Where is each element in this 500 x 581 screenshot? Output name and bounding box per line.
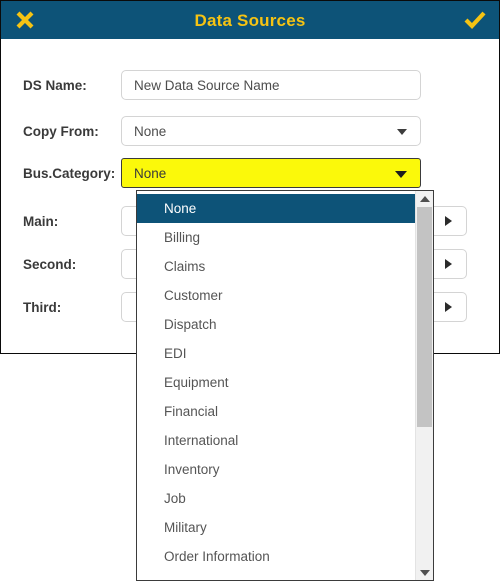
label-third: Third: — [23, 299, 62, 315]
form-row-bus-category: Bus.Category: None — [1, 158, 499, 188]
dropdown-option[interactable]: Inventory — [137, 455, 415, 484]
scroll-up-arrow-icon[interactable] — [416, 191, 433, 206]
copy-from-value: None — [134, 123, 167, 139]
dropdown-options-container: None Billing Claims Customer Dispatch ED… — [137, 191, 415, 580]
dropdown-option[interactable]: Equipment — [137, 368, 415, 397]
dropdown-option[interactable]: Order Information — [137, 542, 415, 571]
label-second: Second: — [23, 256, 77, 272]
main-play-arrow-button[interactable] — [429, 206, 467, 236]
form-row-ds-name: DS Name: New Data Source Name — [1, 70, 499, 100]
label-main: Main: — [23, 213, 59, 229]
close-x-icon[interactable] — [3, 1, 47, 39]
label-bus-category: Bus.Category: — [23, 165, 116, 181]
dropdown-option[interactable]: Financial — [137, 397, 415, 426]
ds-name-input-value: New Data Source Name — [134, 77, 280, 93]
dropdown-scrollbar[interactable] — [415, 191, 433, 580]
dropdown-option[interactable]: Customer — [137, 281, 415, 310]
checkmark-icon[interactable] — [453, 1, 497, 39]
third-play-arrow-button[interactable] — [429, 292, 467, 322]
bus-category-dropdown-list[interactable]: None Billing Claims Customer Dispatch ED… — [136, 190, 434, 581]
dropdown-option[interactable]: International — [137, 426, 415, 455]
play-arrow-icon — [444, 216, 452, 226]
label-copy-from: Copy From: — [23, 123, 99, 139]
dropdown-option[interactable]: Dispatch — [137, 310, 415, 339]
form-row-copy-from: Copy From: None — [1, 116, 499, 146]
chevron-down-icon — [397, 129, 407, 135]
play-arrow-icon — [444, 259, 452, 269]
second-play-arrow-button[interactable] — [429, 249, 467, 279]
dropdown-option[interactable]: EDI — [137, 339, 415, 368]
copy-from-select[interactable]: None — [121, 116, 421, 146]
dropdown-option[interactable]: Job — [137, 484, 415, 513]
bus-category-select[interactable]: None — [121, 158, 421, 188]
chevron-down-icon — [395, 171, 407, 178]
dropdown-option[interactable]: Military — [137, 513, 415, 542]
dialog-title: Data Sources — [194, 10, 306, 30]
scroll-down-arrow-icon[interactable] — [416, 565, 433, 580]
dropdown-option[interactable]: Billing — [137, 223, 415, 252]
dropdown-option[interactable]: Claims — [137, 252, 415, 281]
ds-name-input[interactable]: New Data Source Name — [121, 70, 421, 100]
label-ds-name: DS Name: — [23, 77, 87, 93]
scrollbar-thumb[interactable] — [417, 207, 432, 427]
play-arrow-icon — [444, 302, 452, 312]
bus-category-value: None — [134, 165, 167, 181]
dropdown-option[interactable]: None — [137, 194, 415, 223]
dialog-titlebar: Data Sources — [1, 1, 499, 39]
